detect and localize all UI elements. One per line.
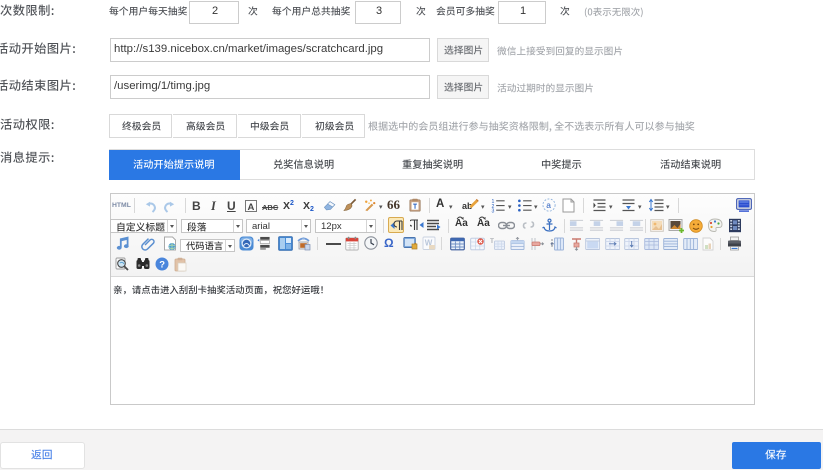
svg-text:T: T (490, 238, 494, 245)
svg-text:?: ? (159, 259, 165, 270)
svg-text:3: 3 (492, 209, 495, 213)
svg-text:a: a (546, 200, 551, 210)
